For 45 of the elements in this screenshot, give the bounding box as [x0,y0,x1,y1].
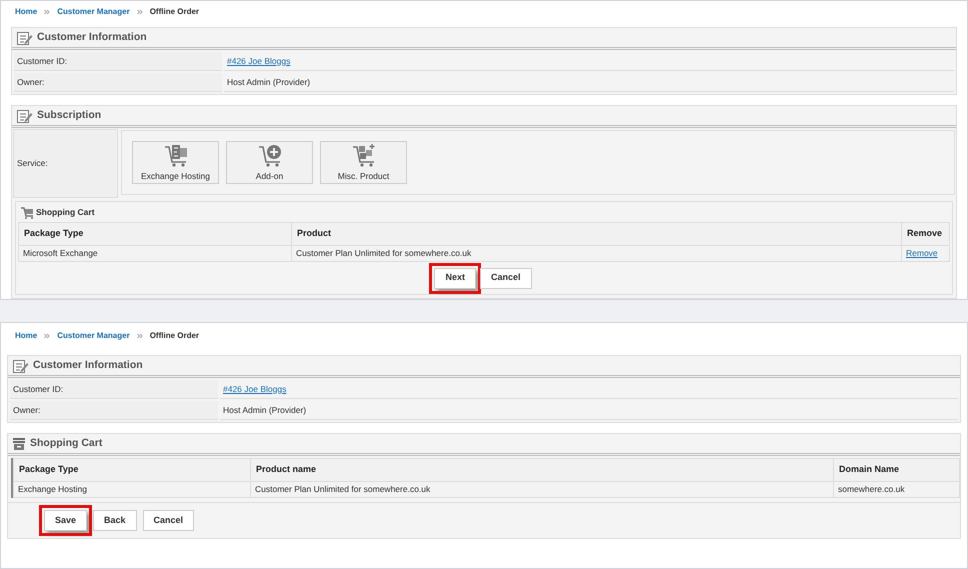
table-cell: Customer Plan Unlimited for somewhere.co.uk [251,482,834,498]
table-cell: Customer Plan Unlimited for somewhere.co.uk [292,246,902,262]
table-cell: Microsoft Exchange [19,246,292,262]
chevron-icon [44,333,50,339]
edit-icon [12,358,29,374]
breadcrumb-item[interactable]: Customer Manager [57,330,130,342]
service-button[interactable]: Exchange Hosting [132,141,219,184]
chevron-icon [44,9,50,15]
column-header: Package Type [19,223,292,246]
button[interactable]: Back [93,510,137,531]
button[interactable]: Cancel [480,268,532,288]
section-title: Customer Information [33,358,143,373]
button[interactable]: Cancel [142,510,194,531]
field-label: Customer ID: [14,52,222,71]
table-cell: somewhere.co.uk [834,482,960,498]
section-title: Customer Information [37,30,147,45]
field-label: Customer ID: [10,380,218,399]
field-label: Owner: [10,401,218,420]
edit-icon [16,108,33,124]
section-title: Shopping Cart [30,436,102,451]
remove-link[interactable]: Remove [906,247,938,260]
column-header: Product [292,223,902,246]
section-title: Subscription [37,108,102,123]
chevron-icon [136,9,143,15]
breadcrumb-item[interactable]: Home [15,6,38,18]
field-label: Service: [13,129,118,198]
column-header: Remove [902,223,950,246]
column-header: Product name [251,459,834,482]
section-title: Shopping Cart [36,206,95,218]
column-header: Domain Name [834,459,960,482]
field-value: Host Admin (Provider) [224,73,954,92]
customer-link[interactable]: #426 Joe Bloggs [227,54,290,68]
chevron-icon [136,333,143,339]
field-value: Host Admin (Provider) [220,401,958,420]
service-button[interactable]: Misc. Product [320,141,407,184]
breadcrumb-item: Offline Order [150,330,200,342]
field-label: Owner: [14,73,222,92]
service-button[interactable]: Add-on [226,141,313,184]
table-cell: Exchange Hosting [14,482,251,498]
edit-icon [16,30,33,46]
breadcrumb-item: Offline Order [150,6,200,18]
breadcrumb-item[interactable]: Home [15,330,38,342]
breadcrumb-item[interactable]: Customer Manager [57,6,130,18]
customer-link[interactable]: #426 Joe Bloggs [223,382,286,396]
column-header: Package Type [14,459,251,482]
